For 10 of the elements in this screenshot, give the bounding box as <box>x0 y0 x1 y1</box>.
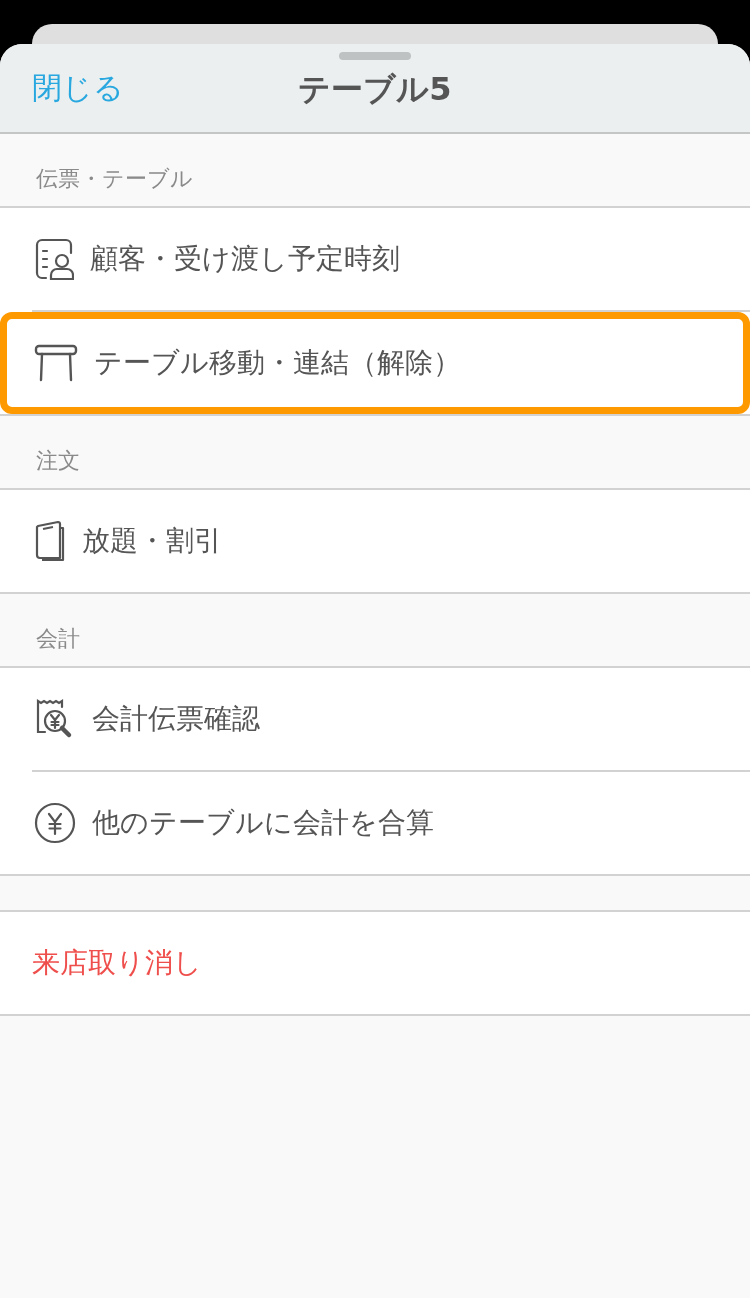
booklet-icon <box>34 520 66 562</box>
customer-card-icon <box>34 237 74 281</box>
yen-coin-icon <box>34 802 76 844</box>
table-icon <box>34 344 78 382</box>
menu-row[interactable]: テーブル移動・連結（解除） <box>0 312 750 414</box>
section-header: 注文 <box>36 447 80 475</box>
sheet-title: テーブル5 <box>298 69 452 110</box>
drag-handle[interactable] <box>339 52 411 60</box>
section-header: 会計 <box>36 625 80 653</box>
section-header: 伝票・テーブル <box>36 165 193 193</box>
